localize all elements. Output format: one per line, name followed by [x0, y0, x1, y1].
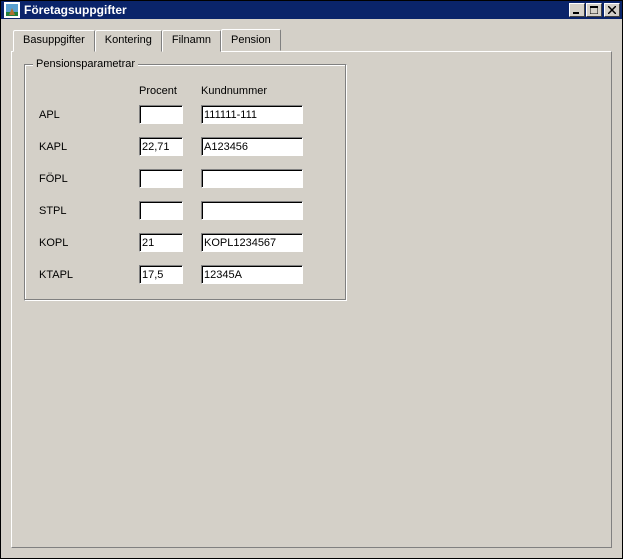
row-kapl: KAPL [39, 137, 332, 156]
label-kopl: KOPL [39, 237, 139, 249]
input-stpl-procent[interactable] [139, 201, 183, 220]
input-kopl-procent[interactable] [139, 233, 183, 252]
tab-kontering[interactable]: Kontering [95, 30, 162, 52]
window-controls [569, 3, 620, 17]
close-button[interactable] [604, 3, 620, 17]
row-fopl: FÖPL [39, 169, 332, 188]
tab-filnamn[interactable]: Filnamn [162, 30, 221, 52]
input-apl-procent[interactable] [139, 105, 183, 124]
row-ktapl: KTAPL [39, 265, 332, 284]
input-ktapl-kundnummer[interactable] [201, 265, 303, 284]
titlebar: Företagsuppgifter [1, 1, 622, 19]
label-ktapl: KTAPL [39, 269, 139, 281]
input-kapl-kundnummer[interactable] [201, 137, 303, 156]
tab-strip: Basuppgifter Kontering Filnamn Pension [13, 29, 612, 51]
row-apl: APL [39, 105, 332, 124]
header-procent: Procent [139, 85, 201, 97]
input-apl-kundnummer[interactable] [201, 105, 303, 124]
tab-pension[interactable]: Pension [221, 29, 281, 51]
window-title: Företagsuppgifter [24, 3, 569, 17]
input-fopl-kundnummer[interactable] [201, 169, 303, 188]
input-kopl-kundnummer[interactable] [201, 233, 303, 252]
row-stpl: STPL [39, 201, 332, 220]
label-apl: APL [39, 109, 139, 121]
groupbox-legend: Pensionsparametrar [33, 58, 138, 70]
minimize-button[interactable] [569, 3, 585, 17]
header-kundnummer: Kundnummer [201, 85, 267, 97]
maximize-button[interactable] [586, 3, 602, 17]
input-kapl-procent[interactable] [139, 137, 183, 156]
tab-panel-pension: Pensionsparametrar Procent Kundnummer AP… [11, 51, 612, 548]
groupbox-pensionsparametrar: Pensionsparametrar Procent Kundnummer AP… [24, 64, 347, 301]
input-ktapl-procent[interactable] [139, 265, 183, 284]
client-area: Basuppgifter Kontering Filnamn Pension P… [1, 19, 622, 558]
app-icon [4, 2, 20, 18]
label-stpl: STPL [39, 205, 139, 217]
column-headers: Procent Kundnummer [39, 85, 332, 97]
label-fopl: FÖPL [39, 173, 139, 185]
row-kopl: KOPL [39, 233, 332, 252]
label-kapl: KAPL [39, 141, 139, 153]
app-window: Företagsuppgifter Basuppgifter Kontering… [0, 0, 623, 559]
input-fopl-procent[interactable] [139, 169, 183, 188]
tab-basuppgifter[interactable]: Basuppgifter [13, 30, 95, 52]
input-stpl-kundnummer[interactable] [201, 201, 303, 220]
